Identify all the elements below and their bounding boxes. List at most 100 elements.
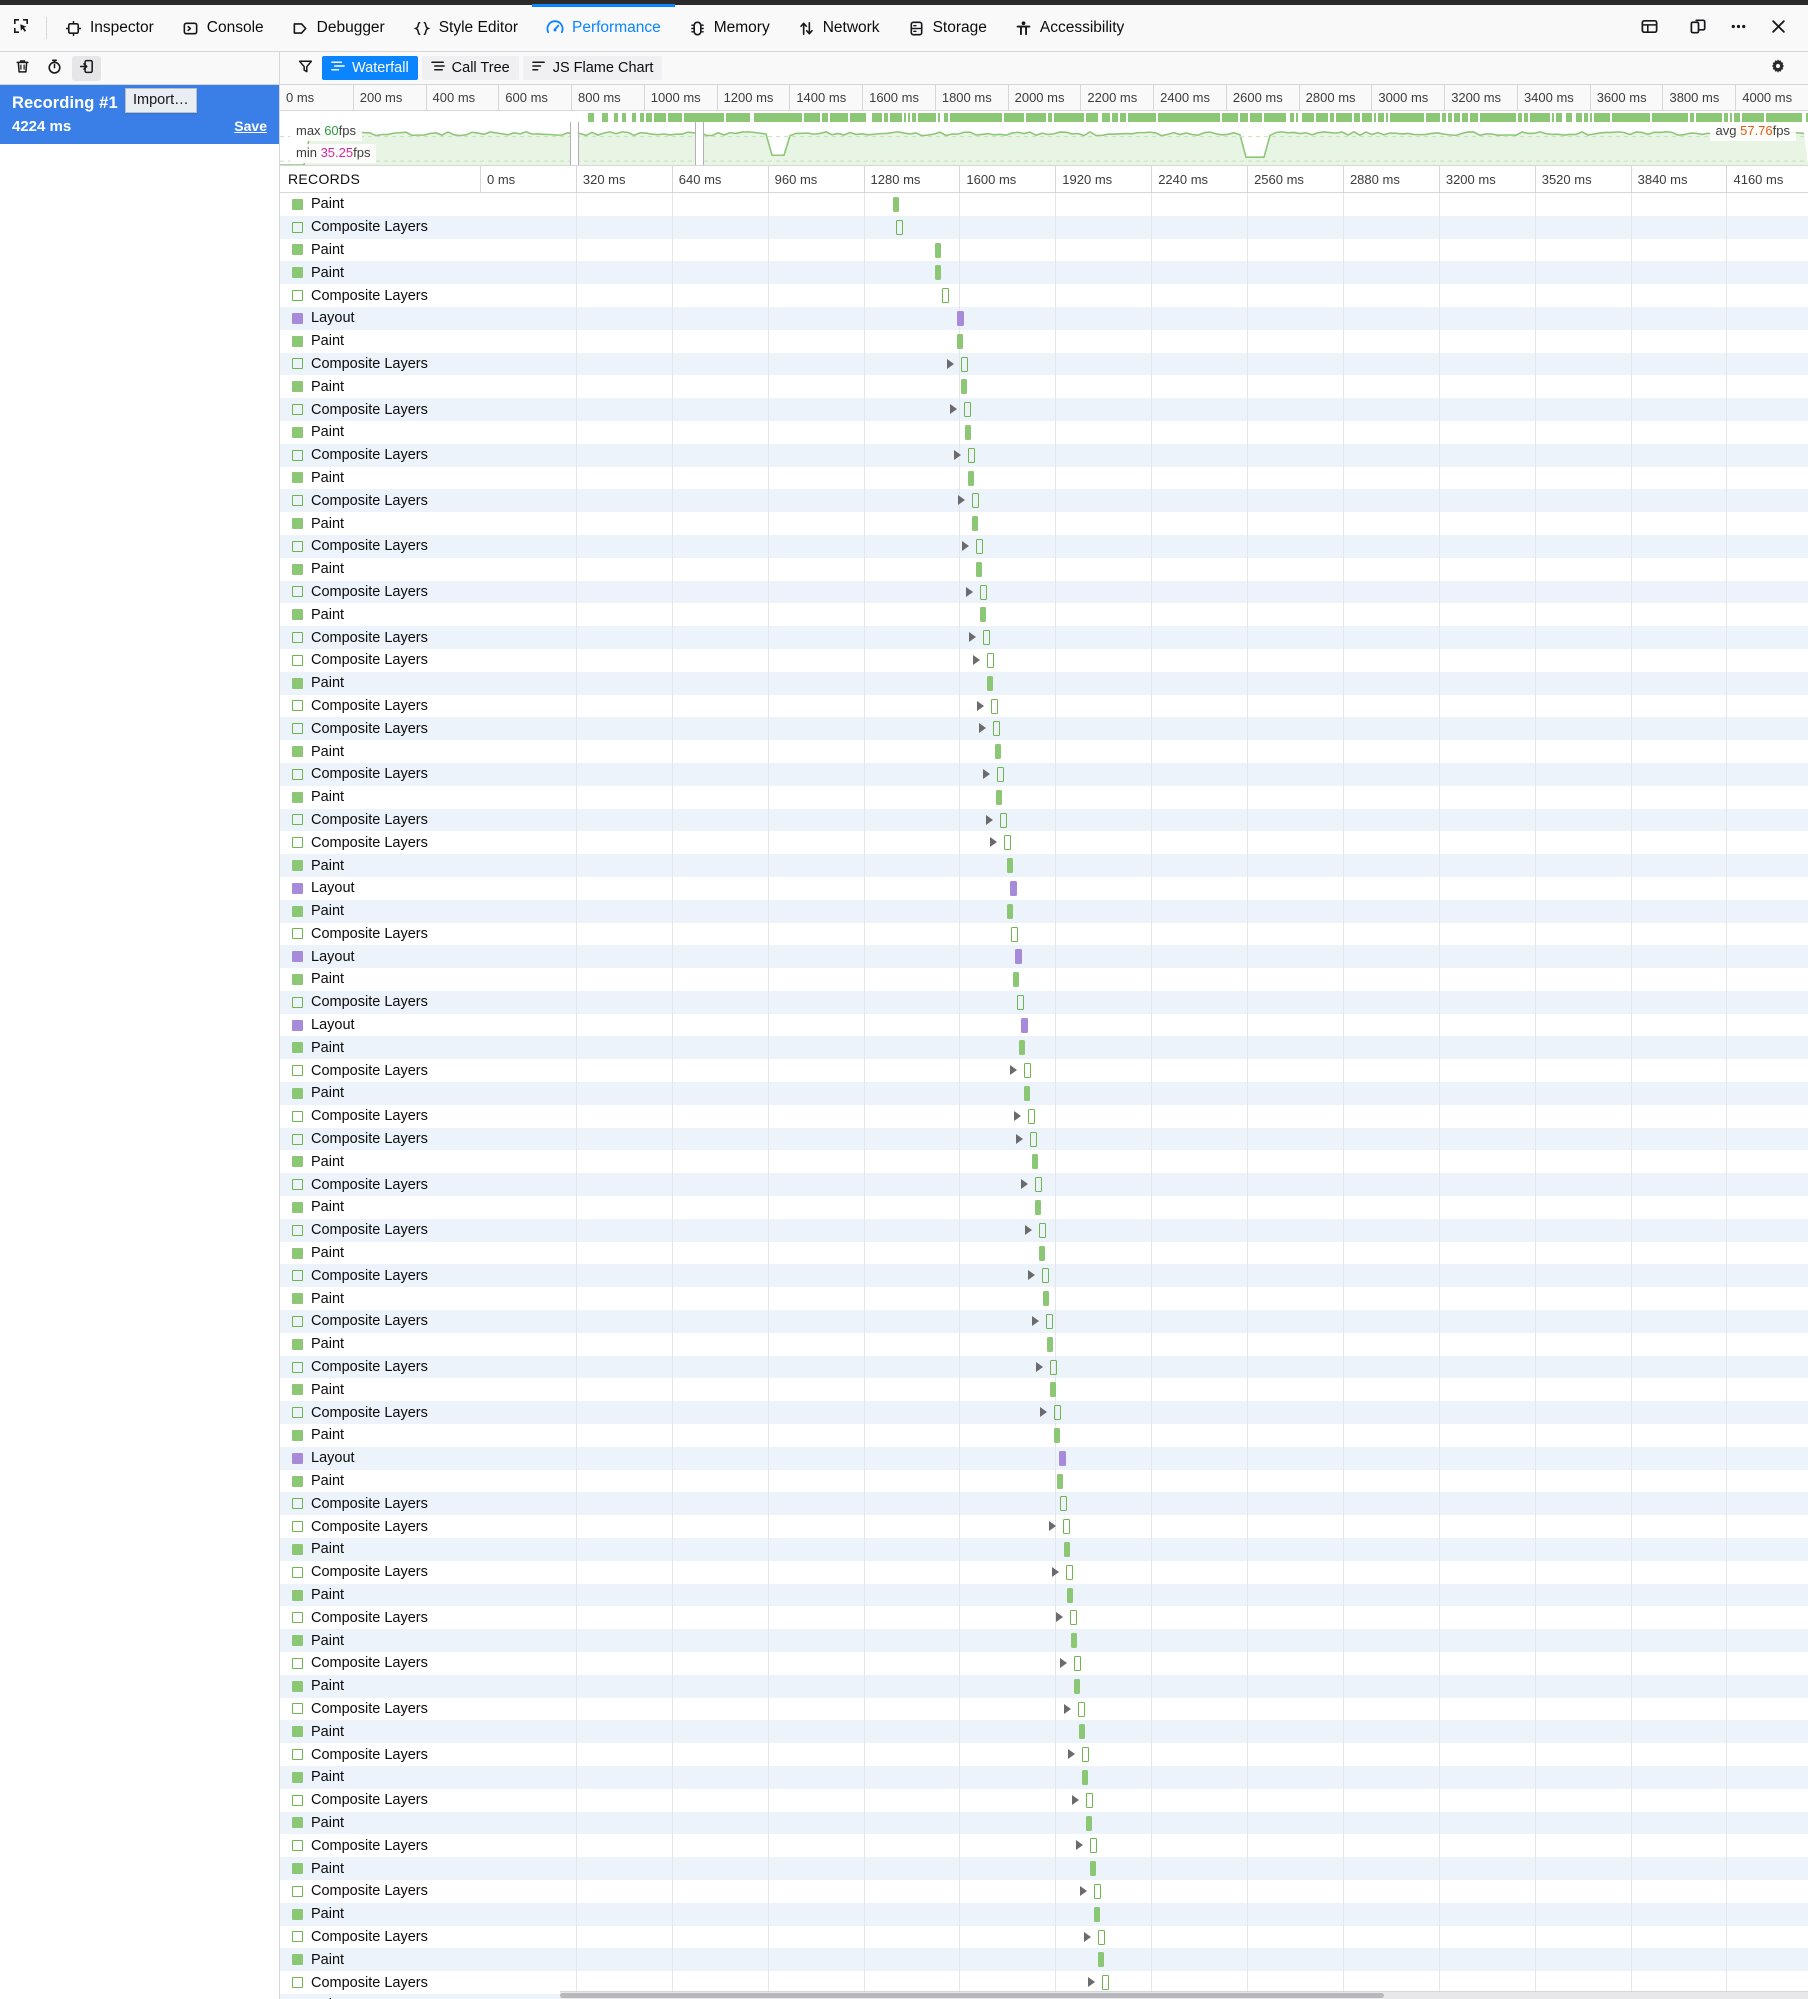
tab-performance[interactable]: Performance — [532, 5, 675, 51]
waterfall-track[interactable] — [480, 900, 1808, 923]
waterfall-track[interactable] — [480, 672, 1808, 695]
waterfall-row[interactable]: Composite Layers — [280, 809, 1808, 832]
waterfall-track[interactable] — [480, 695, 1808, 718]
waterfall-row[interactable]: Paint — [280, 261, 1808, 284]
waterfall-row[interactable]: Composite Layers — [280, 581, 1808, 604]
waterfall-marker[interactable] — [964, 402, 971, 417]
waterfall-row[interactable]: Paint — [280, 1948, 1808, 1971]
expand-arrow-icon[interactable] — [1076, 1840, 1083, 1850]
expand-arrow-icon[interactable] — [990, 837, 997, 847]
expand-arrow-icon[interactable] — [973, 655, 980, 665]
waterfall-track[interactable] — [480, 1948, 1808, 1971]
waterfall-row[interactable]: Composite Layers — [280, 1698, 1808, 1721]
waterfall-row[interactable]: Paint — [280, 1287, 1808, 1310]
waterfall-row[interactable]: Composite Layers — [280, 1606, 1808, 1629]
waterfall-row[interactable]: Composite Layers — [280, 444, 1808, 467]
waterfall-track[interactable] — [480, 1287, 1808, 1310]
waterfall-track[interactable] — [480, 1014, 1808, 1037]
waterfall-row[interactable]: Paint — [280, 1812, 1808, 1835]
waterfall-track[interactable] — [480, 763, 1808, 786]
waterfall-track[interactable] — [480, 945, 1808, 968]
waterfall-row[interactable]: Paint — [280, 330, 1808, 353]
waterfall-marker[interactable] — [1082, 1770, 1088, 1785]
expand-arrow-icon[interactable] — [1052, 1567, 1059, 1577]
view-waterfall[interactable]: Waterfall — [322, 56, 418, 80]
waterfall-marker[interactable] — [997, 767, 1004, 782]
waterfall-track[interactable] — [480, 1834, 1808, 1857]
waterfall-marker[interactable] — [1021, 1018, 1028, 1033]
waterfall-track[interactable] — [480, 1401, 1808, 1424]
waterfall-row[interactable]: Paint — [280, 1720, 1808, 1743]
overview-fps-graph[interactable]: max 60fps min 35.25fps avg 57.76fps — [280, 122, 1808, 165]
waterfall-track[interactable] — [480, 1082, 1808, 1105]
waterfall-marker[interactable] — [1078, 1702, 1085, 1717]
waterfall-body[interactable]: PaintComposite LayersPaintPaintComposite… — [280, 193, 1808, 1999]
waterfall-marker[interactable] — [1028, 1109, 1035, 1124]
waterfall-marker[interactable] — [980, 585, 987, 600]
tab-debugger[interactable]: Debugger — [278, 5, 399, 51]
waterfall-track[interactable] — [480, 649, 1808, 672]
waterfall-track[interactable] — [480, 1743, 1808, 1766]
element-picker-button[interactable] — [0, 5, 42, 51]
waterfall-row[interactable]: Composite Layers — [280, 1492, 1808, 1515]
waterfall-row[interactable]: Paint — [280, 239, 1808, 262]
waterfall-marker[interactable] — [1090, 1861, 1096, 1876]
waterfall-track[interactable] — [480, 1515, 1808, 1538]
waterfall-track[interactable] — [480, 535, 1808, 558]
waterfall-marker[interactable] — [995, 744, 1001, 759]
waterfall-marker[interactable] — [1074, 1656, 1081, 1671]
waterfall-marker[interactable] — [1050, 1382, 1056, 1397]
waterfall-row[interactable]: Composite Layers — [280, 1743, 1808, 1766]
waterfall-track[interactable] — [480, 239, 1808, 262]
waterfall-track[interactable] — [480, 1036, 1808, 1059]
waterfall-row[interactable]: Composite Layers — [280, 535, 1808, 558]
waterfall-row[interactable]: Layout — [280, 1014, 1808, 1037]
expand-arrow-icon[interactable] — [1049, 1521, 1056, 1531]
waterfall-marker[interactable] — [1004, 835, 1011, 850]
import-recording-button[interactable] — [72, 56, 101, 81]
waterfall-row[interactable]: Paint — [280, 512, 1808, 535]
waterfall-marker[interactable] — [1086, 1816, 1092, 1831]
waterfall-marker[interactable] — [1086, 1793, 1093, 1808]
waterfall-track[interactable] — [480, 1903, 1808, 1926]
waterfall-row[interactable]: Composite Layers — [280, 1105, 1808, 1128]
waterfall-row[interactable]: Paint — [280, 740, 1808, 763]
waterfall-track[interactable] — [480, 854, 1808, 877]
waterfall-marker[interactable] — [1011, 927, 1018, 942]
waterfall-marker[interactable] — [942, 288, 949, 303]
waterfall-marker[interactable] — [1042, 1268, 1049, 1283]
waterfall-marker[interactable] — [991, 699, 998, 714]
waterfall-row[interactable]: Paint — [280, 1629, 1808, 1652]
waterfall-row[interactable]: Composite Layers — [280, 1059, 1808, 1082]
tab-console[interactable]: Console — [168, 5, 278, 51]
waterfall-track[interactable] — [480, 1720, 1808, 1743]
waterfall-row[interactable]: Composite Layers — [280, 489, 1808, 512]
view-js-flame-chart[interactable]: JS Flame Chart — [523, 56, 663, 80]
expand-arrow-icon[interactable] — [1025, 1225, 1032, 1235]
waterfall-marker[interactable] — [996, 790, 1002, 805]
expand-arrow-icon[interactable] — [966, 587, 973, 597]
waterfall-row[interactable]: Composite Layers — [280, 923, 1808, 946]
waterfall-marker[interactable] — [1063, 1519, 1070, 1534]
waterfall-track[interactable] — [480, 1333, 1808, 1356]
expand-arrow-icon[interactable] — [977, 701, 984, 711]
expand-arrow-icon[interactable] — [1010, 1065, 1017, 1075]
waterfall-track[interactable] — [480, 261, 1808, 284]
filter-button[interactable] — [290, 55, 320, 81]
waterfall-marker[interactable] — [1043, 1291, 1049, 1306]
waterfall-marker[interactable] — [1010, 881, 1017, 896]
selection-handle-right[interactable] — [695, 122, 704, 165]
waterfall-marker[interactable] — [1066, 1565, 1073, 1580]
expand-arrow-icon[interactable] — [1040, 1407, 1047, 1417]
waterfall-marker[interactable] — [957, 334, 963, 349]
waterfall-track[interactable] — [480, 330, 1808, 353]
waterfall-track[interactable] — [480, 398, 1808, 421]
waterfall-marker[interactable] — [1102, 1975, 1109, 1990]
waterfall-track[interactable] — [480, 1470, 1808, 1493]
waterfall-marker[interactable] — [1017, 995, 1024, 1010]
waterfall-row[interactable]: Composite Layers — [280, 1789, 1808, 1812]
waterfall-track[interactable] — [480, 1812, 1808, 1835]
waterfall-track[interactable] — [480, 375, 1808, 398]
waterfall-row[interactable]: Composite Layers — [280, 831, 1808, 854]
waterfall-marker[interactable] — [987, 653, 994, 668]
